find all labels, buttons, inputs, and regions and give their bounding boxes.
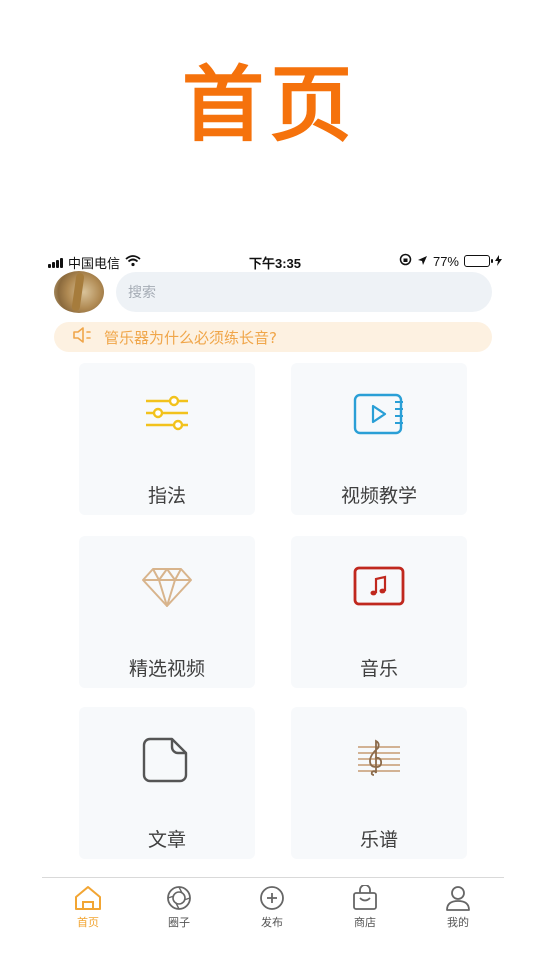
- page-hero-title: 首页: [181, 58, 358, 153]
- search-input[interactable]: 搜索: [116, 272, 492, 312]
- home-icon: [58, 884, 118, 912]
- document-icon: [79, 737, 255, 783]
- user-icon: [428, 884, 488, 912]
- grid-item-fingering[interactable]: 指法: [79, 363, 255, 515]
- diamond-icon: [79, 566, 255, 608]
- tab-home[interactable]: 首页: [58, 884, 118, 930]
- grid-item-label: 音乐: [359, 658, 398, 680]
- avatar[interactable]: [54, 271, 104, 313]
- grid-item-articles[interactable]: 文章: [79, 707, 255, 859]
- tab-shop[interactable]: 商店: [335, 884, 395, 930]
- tab-label: 圈子: [168, 916, 190, 929]
- grid-item-music[interactable]: 音乐: [291, 536, 467, 688]
- tab-circle[interactable]: 圈子: [149, 884, 209, 930]
- status-right: 77%: [399, 253, 502, 269]
- plus-circle-icon: [242, 884, 302, 912]
- grid-item-label: 指法: [147, 485, 186, 507]
- grid-item-sheet-music[interactable]: 乐谱: [291, 707, 467, 859]
- battery-percent: 77%: [432, 253, 459, 269]
- aperture-icon: [149, 884, 209, 912]
- video-play-icon: [291, 393, 467, 435]
- bottom-tab-bar: 首页 圈子 发布 商店 我的: [42, 877, 504, 937]
- status-bar: 中国电信 下午3:35 77%: [46, 250, 504, 272]
- grid-item-featured-videos[interactable]: 精选视频: [79, 536, 255, 688]
- location-arrow-icon: [417, 254, 428, 269]
- tab-label: 发布: [261, 916, 283, 929]
- grid-item-label: 乐谱: [359, 829, 398, 851]
- header-row: 搜索: [54, 271, 494, 313]
- notice-bar[interactable]: 管乐器为什么必须练长音?: [54, 322, 492, 352]
- battery-icon: [464, 255, 493, 267]
- grid-item-label: 精选视频: [128, 658, 205, 680]
- tab-label: 我的: [447, 916, 469, 929]
- tab-label: 商店: [354, 916, 376, 929]
- charging-bolt-icon: [495, 254, 502, 269]
- music-staff-icon: [291, 737, 467, 777]
- tab-publish[interactable]: 发布: [242, 884, 302, 930]
- shopping-bag-icon: [335, 884, 395, 912]
- grid-item-label: 视频教学: [340, 485, 417, 507]
- grid-item-label: 文章: [147, 829, 186, 851]
- notice-text: 管乐器为什么必须练长音?: [104, 328, 277, 347]
- grid-item-video-lessons[interactable]: 视频教学: [291, 363, 467, 515]
- speaker-icon: [72, 326, 94, 348]
- tab-profile[interactable]: 我的: [428, 884, 488, 930]
- rotation-lock-icon: [399, 253, 412, 269]
- sliders-icon: [79, 393, 255, 433]
- music-note-icon: [291, 566, 467, 606]
- tab-label: 首页: [77, 916, 99, 929]
